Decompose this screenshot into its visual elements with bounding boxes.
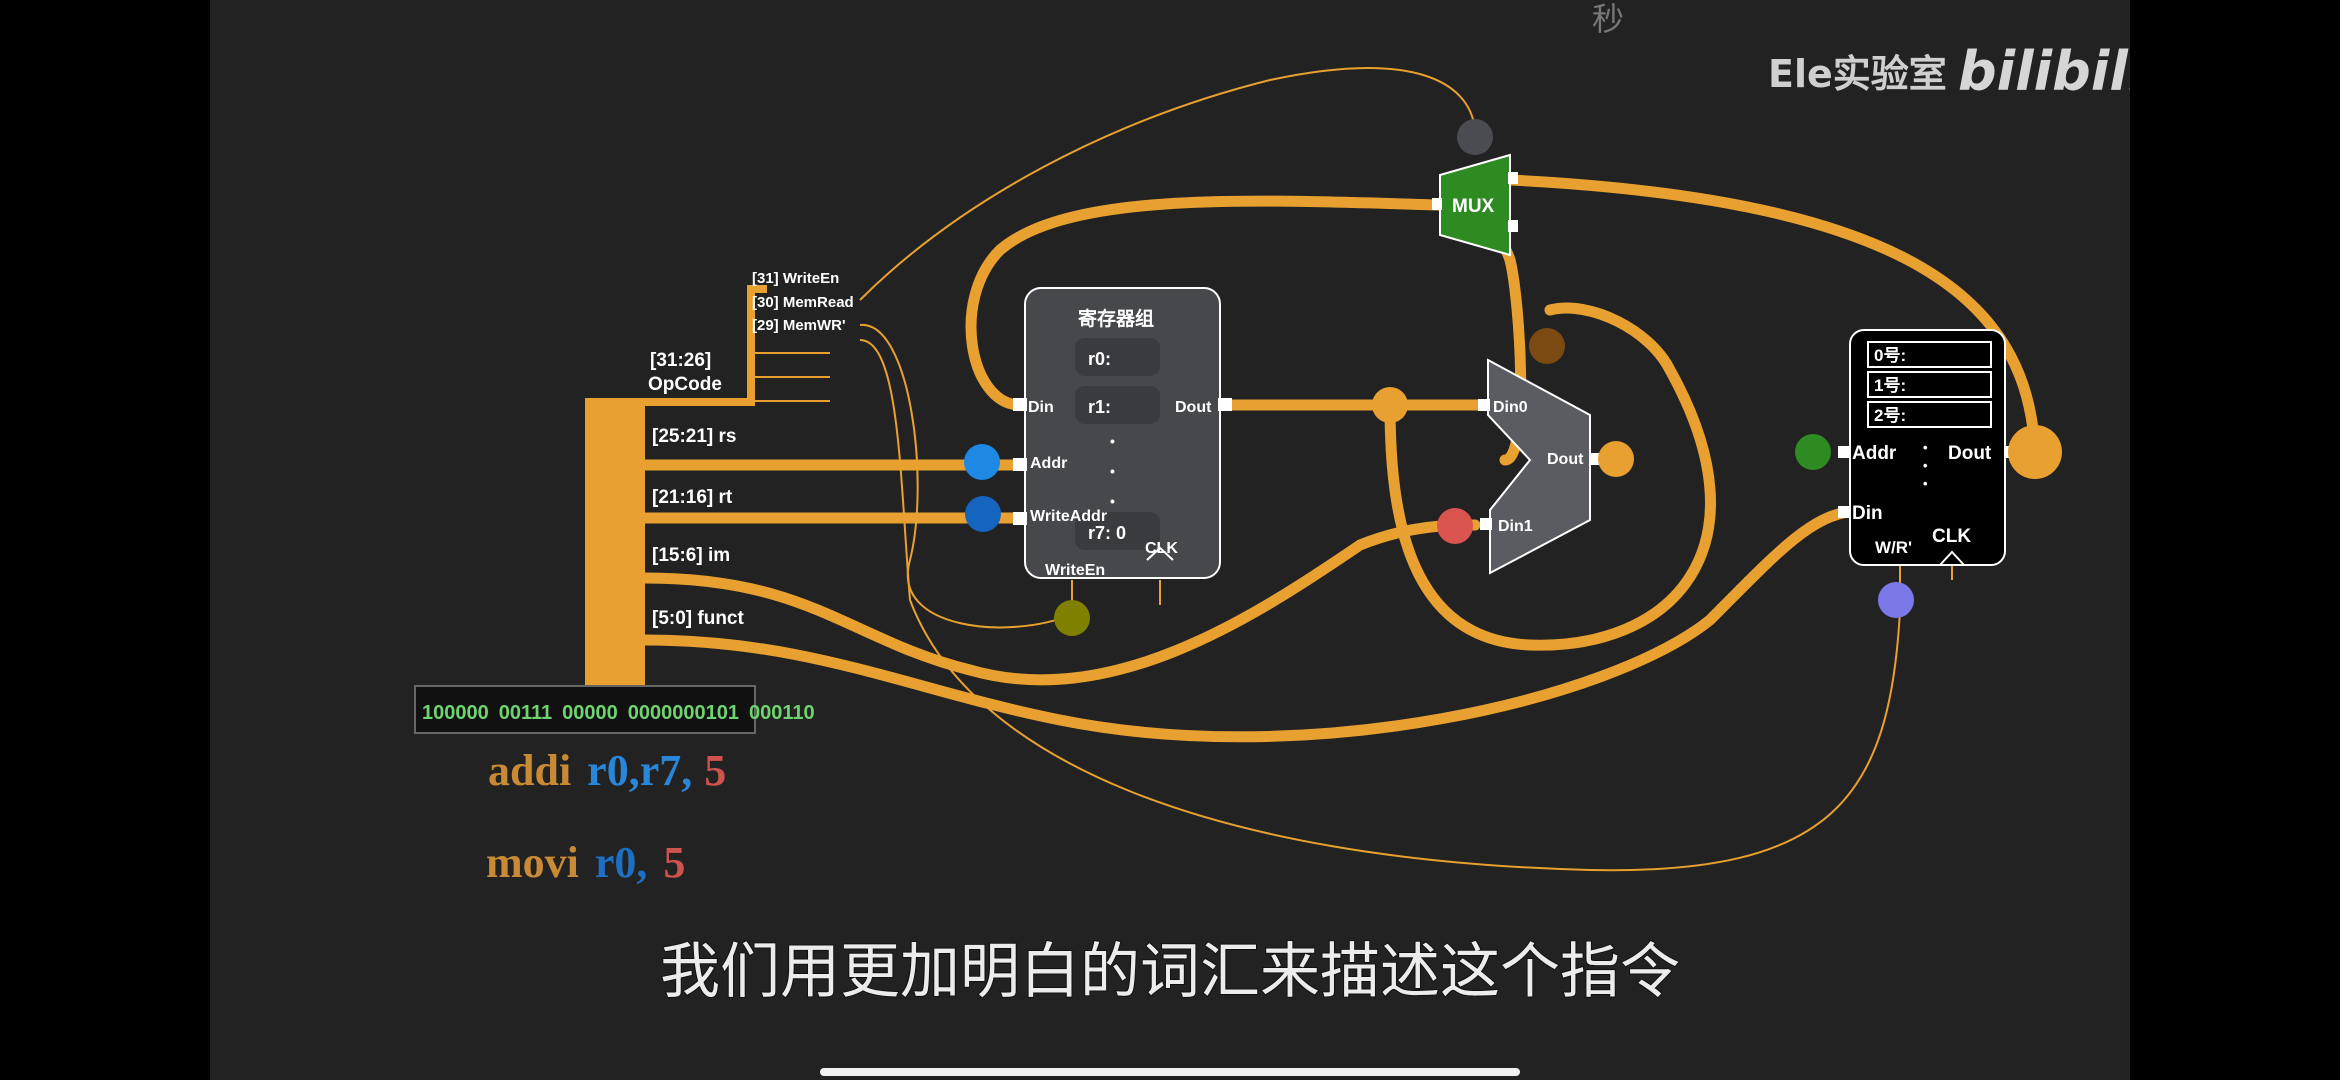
binary-rs: 00111 [499, 702, 552, 724]
mem-addr-dot [1795, 434, 1831, 470]
register-dot: • [1110, 493, 1115, 509]
asm-addi-r7: r7, [640, 746, 693, 795]
opcode-bit-30: [30] MemRead [752, 294, 854, 311]
asm-op-addi: addi [488, 746, 571, 795]
watermark: 秒 Ele实验室 bilibili [1592, 0, 2130, 103]
subtitle-caption: 我们用更加明白的词汇来描述这个指令 [660, 937, 1680, 1007]
opcode-bit-31: [31] WriteEn [752, 270, 839, 287]
alu-op-dot [1529, 328, 1565, 364]
circuit-stage: [31:26] OpCode [31] WriteEn [30] MemRead… [210, 0, 2130, 1080]
assembly-code: addi r0,r7, 5 movi r0, 5 [486, 746, 726, 887]
mem-dout-dot [2008, 425, 2062, 479]
rt-writeaddr-dot [965, 496, 1001, 532]
reg-dout-junction [1372, 387, 1408, 423]
reg-writeaddr-port: WriteAddr [1030, 508, 1107, 525]
asm-movi-imm: 5 [663, 838, 685, 887]
asm-op-movi: movi [486, 838, 579, 887]
rs-field-label: [25:21] rs [652, 426, 737, 447]
register-r1: r1: [1088, 397, 1111, 417]
funct-field-label: [5:0] funct [652, 608, 745, 629]
alu-din0-port: Din0 [1493, 399, 1528, 416]
rt-field-label: [21:16] rt [652, 487, 733, 508]
reg-writeen-port: WriteEn [1045, 562, 1105, 579]
bilibili-logo: bilibili [1958, 40, 2130, 103]
binary-opcode: 100000 [422, 702, 489, 724]
reg-din-port: Din [1028, 399, 1054, 416]
asm-movi-r0: r0, [595, 838, 648, 887]
mem-din-port: Din [1852, 503, 1883, 524]
register-file: 寄存器组 r0: r1: • • • r7: 0 Din Dout Addr W… [1013, 287, 1232, 579]
alu-din1-dot [1437, 508, 1473, 544]
opcode-bit-29: [29] MemWR' [752, 317, 846, 334]
register-dot: • [1110, 463, 1115, 479]
asm-addi-r0: r0, [587, 746, 640, 795]
mem-clk-port: CLK [1932, 526, 1971, 547]
mux: MUX [1432, 153, 1518, 257]
register-dot: • [1110, 433, 1115, 449]
opcode-label: OpCode [648, 374, 722, 395]
cpu-datapath-diagram: [31:26] OpCode [31] WriteEn [30] MemRead… [414, 0, 2130, 1008]
mux-select-dot [1457, 119, 1493, 155]
instruction-bus: [31:26] OpCode [31] WriteEn [30] MemRead… [414, 270, 854, 734]
register-r0: r0: [1088, 349, 1111, 369]
mem-dot: • [1923, 440, 1928, 455]
mem-cell-1: 1号: [1874, 376, 1906, 395]
binary-funct: 000110 [749, 702, 815, 724]
asm-addi-imm: 5 [704, 746, 726, 795]
binary-rt: 00000 [562, 702, 618, 724]
alu-din1-port: Din1 [1498, 518, 1533, 535]
mux-label: MUX [1452, 196, 1495, 217]
watermark-channel: Ele实验室 [1768, 52, 1947, 96]
rs-addr-dot [964, 444, 1000, 480]
mem-dot: • [1923, 458, 1928, 473]
bus-trunk [585, 398, 645, 685]
alu-dout-port: Dout [1547, 451, 1584, 468]
mem-wr-port: W/R' [1875, 538, 1912, 557]
assembly-line-addi: addi r0,r7, 5 [488, 746, 726, 795]
writeen-dot [1054, 600, 1090, 636]
mem-dot: • [1923, 476, 1928, 491]
home-indicator[interactable] [820, 1068, 1520, 1076]
mem-dout-port: Dout [1948, 443, 1992, 464]
watermark-top-char: 秒 [1592, 0, 1624, 38]
reg-dout-port: Dout [1175, 399, 1212, 416]
opcode-bus [645, 398, 750, 406]
mem-wr-dot [1878, 582, 1914, 618]
memory: 0号: 1号: 2号: • • • Addr Dout Din W/R' CLK [1838, 329, 2017, 566]
reg-addr-port: Addr [1030, 455, 1067, 472]
writeen-to-mux-wire [859, 67, 1476, 301]
binary-im: 0000000101 [628, 702, 739, 724]
funct-wire [639, 506, 1856, 743]
mem-addr-port: Addr [1852, 443, 1897, 464]
opcode-bit-range: [31:26] [650, 350, 711, 371]
register-file-title: 寄存器组 [1078, 307, 1154, 330]
mem-cell-0: 0号: [1874, 346, 1906, 365]
register-r7: r7: 0 [1088, 523, 1126, 543]
assembly-line-movi: movi r0, 5 [486, 838, 685, 887]
alu: Din0 Din1 Dout [1478, 358, 1602, 575]
im-field-label: [15:6] im [652, 545, 730, 566]
mem-cell-2: 2号: [1874, 406, 1906, 425]
alu-dout-dot [1598, 441, 1634, 477]
